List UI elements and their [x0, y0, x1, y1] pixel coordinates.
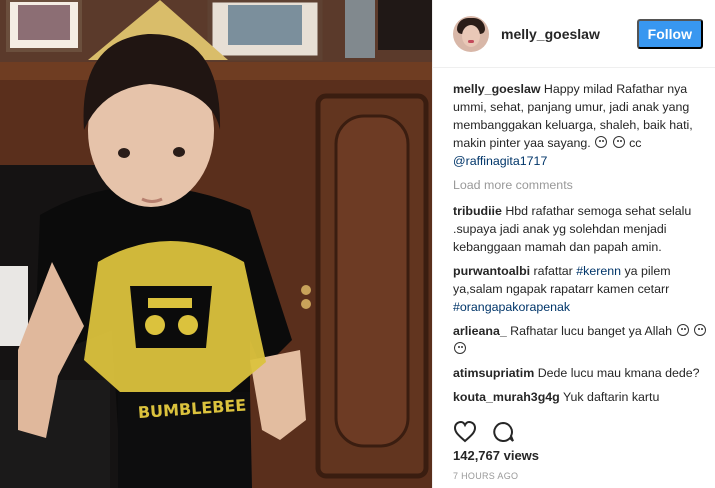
comment-item: kouta_murah3g4g Yuk daftarin kartu — [453, 388, 708, 406]
comment-text: Rafhatar lucu banget ya Allah — [506, 324, 676, 338]
author-avatar[interactable] — [453, 15, 489, 52]
caption: melly_goeslaw Happy milad Rafathar nya u… — [453, 80, 708, 170]
follow-button[interactable]: Follow — [636, 18, 703, 49]
instagram-post: BUMBLEBEE melly_goeslaw Follow melly_goe… — [0, 0, 715, 488]
post-timestamp[interactable]: 7 HOURS AGO — [453, 471, 518, 481]
surprised-face-emoji-icon — [595, 136, 608, 148]
comment-username[interactable]: kouta_murah3g4g — [453, 390, 560, 404]
comment-item: atimsupriatim Dede lucu mau kmana dede? — [453, 364, 708, 382]
comment-text: rafattar — [530, 264, 577, 278]
load-more-comments[interactable]: Load more comments — [453, 176, 708, 194]
hashtag-link[interactable]: #orangapakorapenak — [453, 300, 570, 314]
caption-mention[interactable]: @raffinagita1717 — [453, 154, 547, 168]
comment-text: Dede lucu mau kmana dede? — [534, 366, 700, 380]
comment-icon[interactable] — [491, 420, 515, 444]
post-actions — [453, 420, 515, 444]
surprised-face-emoji-icon — [693, 324, 706, 336]
comment-item: purwantoalbi rafattar #kerenn ya pilem y… — [453, 262, 708, 316]
surprised-face-emoji-icon — [612, 136, 625, 148]
caption-author[interactable]: melly_goeslaw — [453, 82, 540, 96]
comments-list: melly_goeslaw Happy milad Rafathar nya u… — [453, 80, 708, 410]
post-header: melly_goeslaw Follow — [433, 0, 715, 68]
avatar-lips — [468, 39, 474, 43]
post-photo[interactable]: BUMBLEBEE — [0, 0, 432, 488]
comment-username[interactable]: tribudiie — [453, 204, 502, 218]
comment-item: tribudiie Hbd rafathar semoga sehat sela… — [453, 202, 708, 256]
view-count: 142,767 views — [453, 448, 540, 463]
comment-text: Yuk daftarin kartu — [559, 390, 660, 404]
comment-username[interactable]: atimsupriatim — [453, 366, 534, 380]
heart-icon[interactable] — [453, 420, 477, 444]
comment-username[interactable]: arlieana_ — [453, 324, 507, 338]
comment-item: arlieana_ Rafhatar lucu banget ya Allah — [453, 322, 708, 358]
hashtag-link[interactable]: #kerenn — [576, 264, 621, 278]
comment-username[interactable]: purwantoalbi — [453, 264, 530, 278]
photo-illustration: BUMBLEBEE — [0, 0, 432, 488]
avatar-face — [462, 24, 480, 47]
author-username[interactable]: melly_goeslaw — [501, 26, 637, 42]
surprised-face-emoji-icon — [676, 324, 689, 336]
post-sidebar: melly_goeslaw Follow melly_goeslaw Happy… — [432, 0, 715, 488]
caption-cc: cc — [629, 136, 642, 150]
surprised-face-emoji-icon — [454, 342, 466, 354]
